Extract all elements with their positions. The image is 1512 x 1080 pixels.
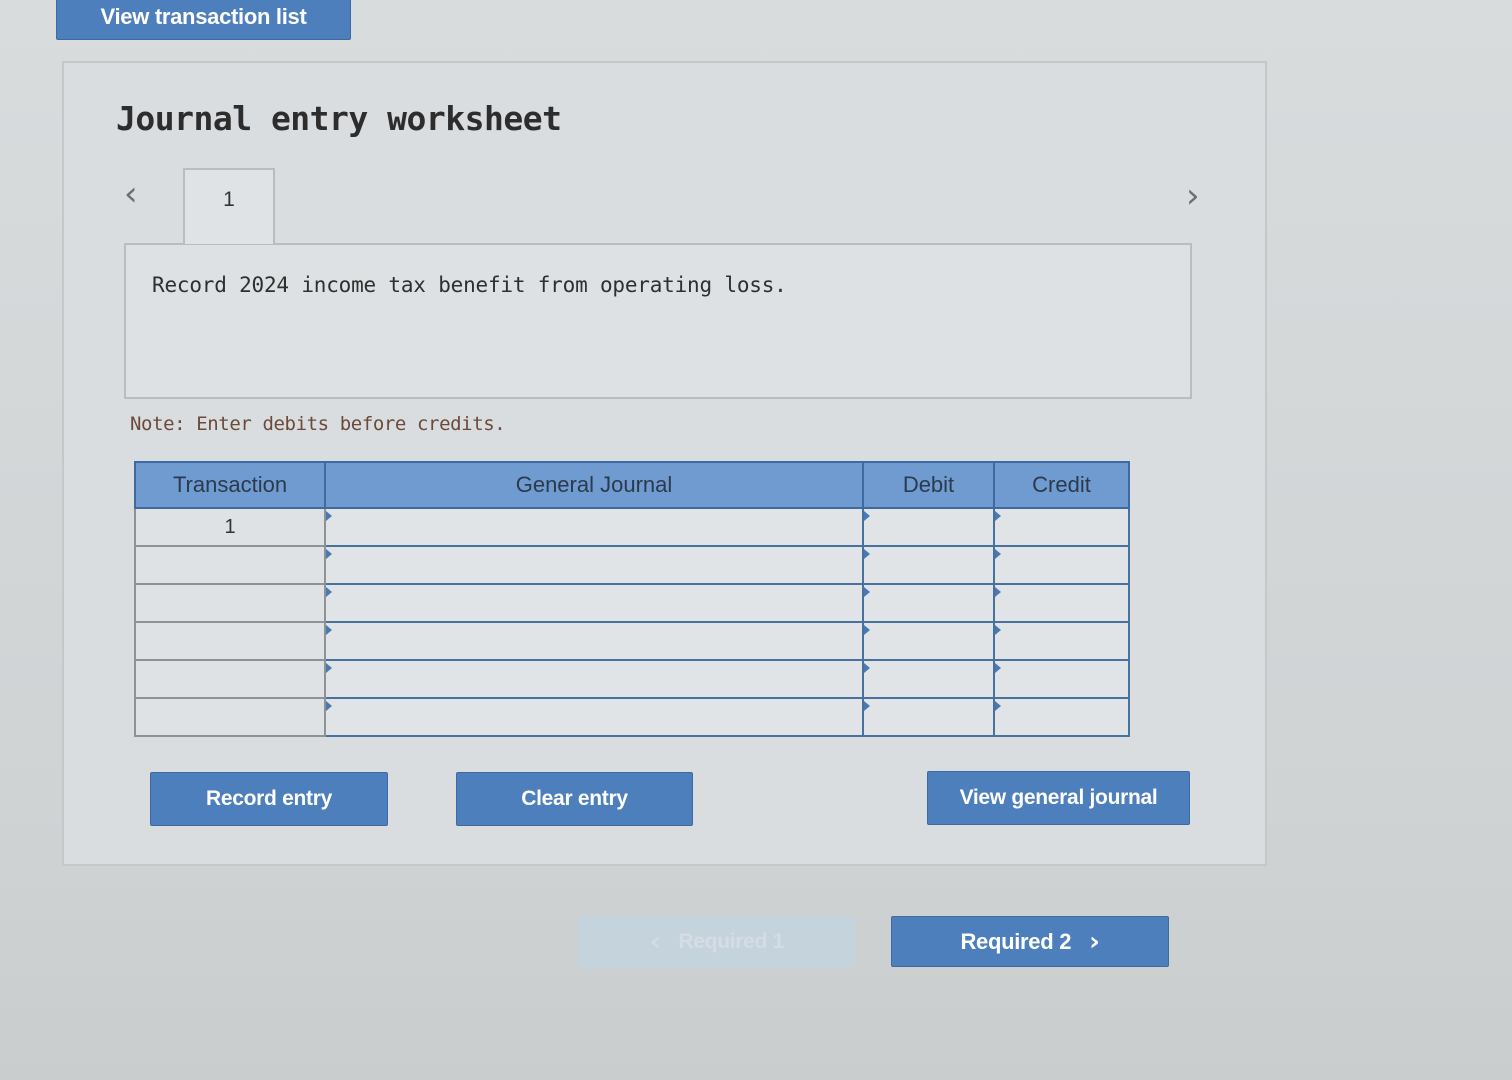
credit-input[interactable] [993, 659, 1130, 699]
account-input[interactable] [324, 583, 864, 623]
chevron-right-icon: › [1089, 926, 1100, 957]
entry-note: Note: Enter debits before credits. [130, 413, 506, 435]
debit-input[interactable] [862, 659, 995, 699]
journal-table: Transaction General Journal Debit Credit… [134, 461, 1130, 737]
column-header-transaction: Transaction [134, 461, 326, 509]
column-header-general-journal: General Journal [324, 461, 864, 509]
account-input[interactable] [324, 621, 864, 661]
transaction-cell: 1 [134, 507, 326, 547]
chevron-left-icon[interactable]: ‹ [124, 177, 138, 211]
column-header-debit: Debit [862, 461, 995, 509]
credit-input[interactable] [993, 621, 1130, 661]
table-row [134, 583, 1130, 623]
view-transaction-list-button[interactable]: View transaction list [56, 0, 351, 40]
journal-entry-worksheet: Journal entry worksheet ‹ › 1 Record 202… [62, 61, 1267, 866]
required-2-button[interactable]: Required 2 › [891, 916, 1169, 967]
required-2-label: Required 2 [960, 928, 1072, 954]
debit-input[interactable] [862, 545, 995, 585]
chevron-right-icon[interactable]: › [1186, 179, 1200, 213]
transaction-cell [134, 621, 326, 661]
transaction-description-box: Record 2024 income tax benefit from oper… [124, 243, 1192, 399]
account-input[interactable] [324, 659, 864, 699]
table-row [134, 545, 1130, 585]
required-1-label: Required 1 [678, 930, 784, 953]
credit-input[interactable] [993, 545, 1130, 585]
transaction-cell [134, 697, 326, 737]
debit-input[interactable] [862, 697, 995, 737]
record-entry-button[interactable]: Record entry [150, 772, 388, 826]
table-row [134, 621, 1130, 661]
account-input[interactable] [324, 697, 864, 737]
table-row [134, 697, 1130, 737]
account-input[interactable] [324, 507, 864, 547]
transaction-cell [134, 545, 326, 585]
clear-entry-button[interactable]: Clear entry [456, 772, 693, 826]
credit-input[interactable] [993, 583, 1130, 623]
account-input[interactable] [324, 545, 864, 585]
debit-input[interactable] [862, 583, 995, 623]
tab-label: 1 [223, 188, 235, 211]
transaction-cell [134, 659, 326, 699]
credit-input[interactable] [993, 697, 1130, 737]
table-row: 1 [134, 507, 1130, 547]
view-general-journal-button[interactable]: View general journal [927, 771, 1190, 825]
column-header-credit: Credit [993, 461, 1130, 509]
required-1-button: ‹ Required 1 [578, 916, 856, 968]
transaction-cell [134, 583, 326, 623]
transaction-description: Record 2024 income tax benefit from oper… [152, 273, 787, 297]
credit-input[interactable] [993, 507, 1130, 547]
debit-input[interactable] [862, 507, 995, 547]
chevron-left-icon: ‹ [650, 927, 661, 957]
debit-input[interactable] [862, 621, 995, 661]
journal-header-row: Transaction General Journal Debit Credit [134, 461, 1130, 509]
worksheet-title: Journal entry worksheet [116, 99, 562, 138]
tab-transaction-1[interactable]: 1 [183, 168, 275, 244]
table-row [134, 659, 1130, 699]
